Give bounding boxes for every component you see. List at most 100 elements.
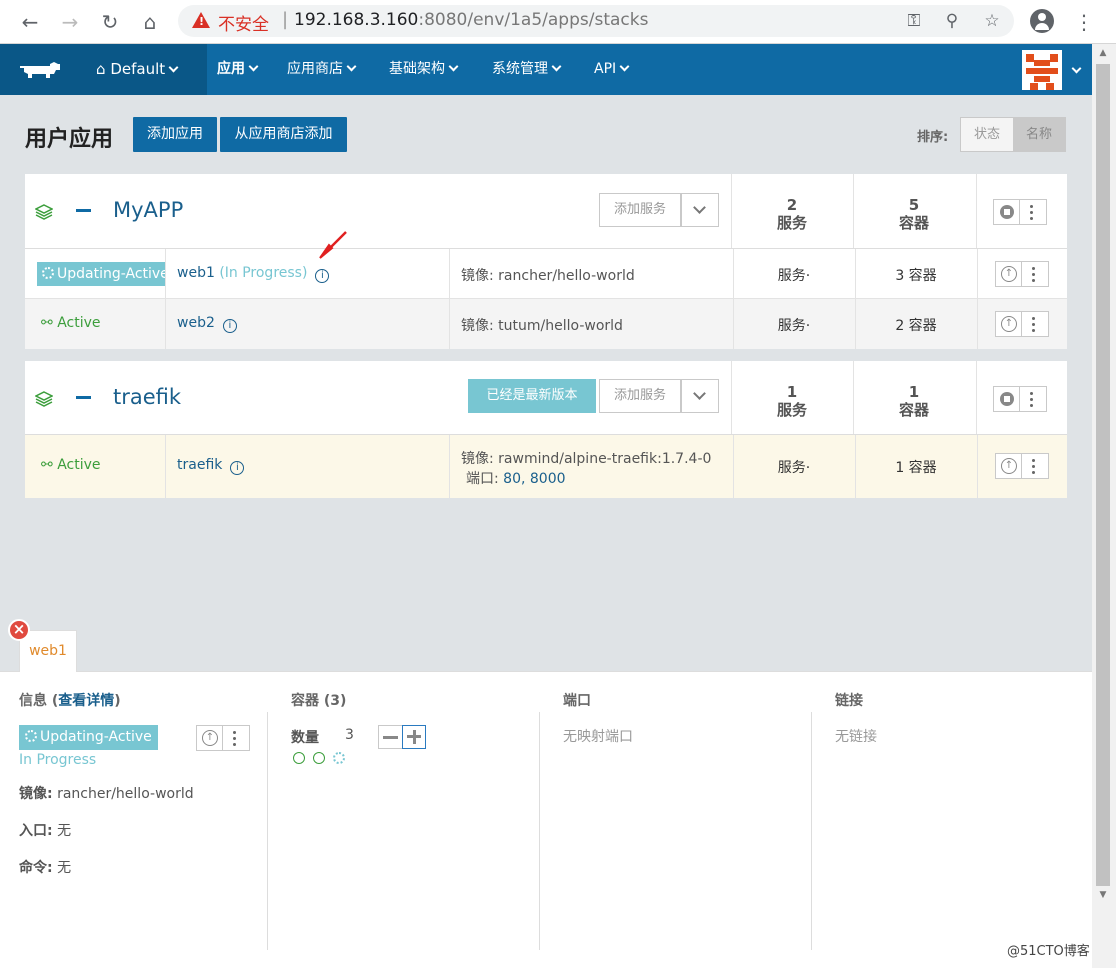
increase-button[interactable] <box>402 725 426 749</box>
network-icon: ⚯ <box>41 315 53 331</box>
spinner-icon <box>42 267 54 279</box>
user-avatar[interactable] <box>1022 50 1062 90</box>
info-title: 信息 (查看详情) <box>19 693 121 709</box>
service-kind: 服务· <box>777 318 811 334</box>
profile-icon[interactable] <box>1030 9 1054 33</box>
service-count: 1 服务 <box>776 383 807 419</box>
decrease-button[interactable] <box>379 726 402 748</box>
forward-icon[interactable]: → <box>56 8 84 36</box>
status-badge: ⚯ Active <box>41 457 101 473</box>
service-name-link[interactable]: web1 (In Progress) i <box>177 265 330 283</box>
progress-text: In Progress <box>19 752 97 768</box>
scroll-down-icon[interactable]: ▼ <box>1096 890 1110 904</box>
links-title: 链接 <box>835 693 863 709</box>
plus-icon <box>402 725 426 749</box>
zoom-icon[interactable]: ⚲ <box>940 9 964 33</box>
nav-api[interactable]: API <box>594 44 630 95</box>
rancher-logo[interactable] <box>0 44 80 95</box>
browser-menu-icon[interactable]: ⋮ <box>1074 8 1094 36</box>
home-icon[interactable]: ⌂ <box>136 8 164 36</box>
add-service-dropdown[interactable] <box>681 193 719 227</box>
more-menu-button[interactable] <box>1022 454 1048 478</box>
service-kind: 服务· <box>777 460 811 476</box>
chevron-down-icon[interactable] <box>1071 63 1082 74</box>
view-details-link[interactable]: 查看详情 <box>58 693 114 709</box>
spinner-icon <box>25 730 37 742</box>
network-icon: ⚯ <box>41 457 53 473</box>
info-icon: i <box>222 319 237 333</box>
address-bar[interactable]: ! 不安全 | 192.168.3.160:8080/env/1a5/apps/… <box>178 5 1014 37</box>
scroll-up-icon[interactable]: ▲ <box>1096 48 1110 62</box>
up-to-date-button[interactable]: 已经是最新版本 <box>468 379 596 413</box>
more-icon <box>1030 391 1034 407</box>
container-starting-icon[interactable] <box>333 752 345 764</box>
star-icon[interactable]: ☆ <box>980 9 1004 33</box>
chevron-down-icon <box>346 61 357 72</box>
quantity-value: 3 <box>345 727 354 743</box>
more-icon <box>1030 204 1034 220</box>
home-icon: ⌂ <box>96 60 106 78</box>
browser-chrome: ← → ↻ ⌂ ! 不安全 | 192.168.3.160:8080/env/1… <box>0 0 1116 44</box>
collapse-icon[interactable] <box>76 396 91 399</box>
more-icon <box>1032 316 1036 332</box>
scrollbar-thumb[interactable] <box>1096 64 1110 886</box>
add-service-button[interactable]: 添加服务 <box>599 193 681 227</box>
warning-icon: ! <box>192 12 210 28</box>
back-icon[interactable]: ← <box>16 8 44 36</box>
service-actions: ↑ <box>995 311 1049 337</box>
stop-icon <box>1000 205 1014 219</box>
nav-catalog[interactable]: 应用商店 <box>287 44 357 95</box>
container-running-icon[interactable] <box>293 752 305 764</box>
stack-name[interactable]: MyAPP <box>113 198 183 222</box>
more-menu-button[interactable] <box>1022 262 1048 286</box>
top-nav: ⌂ Default 应用 应用商店 基础架构 系统管理 API <box>0 44 1092 95</box>
containers-title: 容器 (3) <box>291 693 347 709</box>
upgrade-button[interactable]: ↑ <box>996 262 1022 286</box>
add-service-dropdown[interactable] <box>681 379 719 413</box>
close-icon[interactable]: × <box>8 619 30 641</box>
add-from-catalog-button[interactable]: 从应用商店添加 <box>220 117 347 152</box>
add-service-button[interactable]: 添加服务 <box>599 379 681 413</box>
image-text: 镜像: tutum/hello-world <box>461 318 623 334</box>
more-menu-button[interactable] <box>1020 387 1046 411</box>
url-text[interactable]: 192.168.3.160:8080/env/1a5/apps/stacks <box>294 10 648 30</box>
ports-text: 端口: 80, 8000 <box>466 471 566 487</box>
stop-button[interactable] <box>994 387 1020 411</box>
service-name-link[interactable]: web2 i <box>177 315 237 333</box>
sort-by-state-button[interactable]: 状态 <box>961 118 1013 151</box>
container-running-icon[interactable] <box>313 752 325 764</box>
reload-icon[interactable]: ↻ <box>96 8 124 36</box>
chevron-down-icon <box>693 387 706 400</box>
container-count: 1 容器 <box>898 383 929 419</box>
upgrade-button[interactable]: ↑ <box>996 312 1022 336</box>
nav-infrastructure[interactable]: 基础架构 <box>389 44 459 95</box>
more-menu-button[interactable] <box>223 726 249 750</box>
layers-icon <box>35 204 53 220</box>
more-menu-button[interactable] <box>1022 312 1048 336</box>
nav-admin[interactable]: 系统管理 <box>492 44 562 95</box>
minus-icon <box>383 736 398 739</box>
environment-dropdown[interactable]: ⌂ Default <box>80 44 207 95</box>
image-field: 镜像: rancher/hello-world <box>19 786 194 802</box>
add-app-button[interactable]: 添加应用 <box>133 117 217 152</box>
container-count: 1 容器 <box>895 460 937 476</box>
stop-button[interactable] <box>994 200 1020 224</box>
sort-by-name-button[interactable]: 名称 <box>1013 118 1065 151</box>
image-text: 镜像: rancher/hello-world <box>461 268 635 284</box>
stack-name[interactable]: traefik <box>113 385 181 409</box>
chevron-down-icon <box>248 61 259 72</box>
upgrade-button[interactable]: ↑ <box>197 726 223 750</box>
entry-field: 入口: 无 <box>19 823 72 839</box>
table-row: ⚯ Active traefik i 镜像: rawmind/alpine-tra… <box>25 435 1067 498</box>
insecure-label: 不安全 <box>218 15 269 35</box>
nav-apps[interactable]: 应用 <box>217 44 259 95</box>
status-badge: Updating-Active <box>19 725 158 750</box>
service-name-link[interactable]: traefik i <box>177 457 245 475</box>
upgrade-button[interactable]: ↑ <box>996 454 1022 478</box>
chevron-down-icon <box>551 61 562 72</box>
stack-actions <box>993 199 1047 225</box>
more-menu-button[interactable] <box>1020 200 1046 224</box>
collapse-icon[interactable] <box>76 209 91 212</box>
key-icon[interactable]: ⚿ <box>902 9 926 33</box>
chevron-down-icon <box>619 61 630 72</box>
